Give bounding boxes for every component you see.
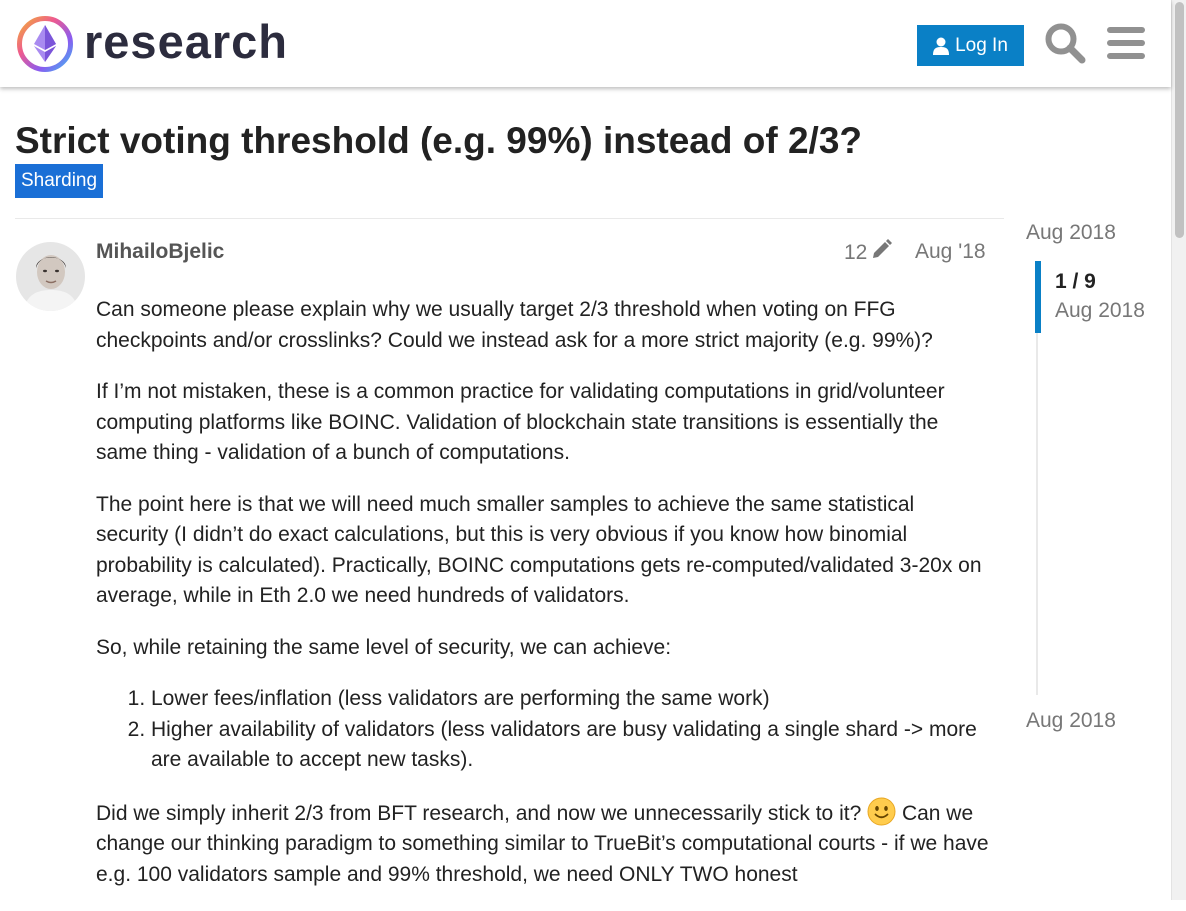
slightly-smiling-face-icon xyxy=(867,797,896,826)
topic-title[interactable]: Strict voting threshold (e.g. 99%) inste… xyxy=(15,119,862,163)
timeline-current-date: Aug 2018 xyxy=(1055,299,1145,322)
timeline-handle[interactable] xyxy=(1035,261,1041,333)
post-date[interactable]: Aug '18 xyxy=(915,238,986,266)
timeline-position: 1 / 9 xyxy=(1055,270,1096,293)
list-item: Lower fees/inflation (less validators ar… xyxy=(151,684,991,715)
post-paragraph: Did we simply inherit 2/3 from BFT resea… xyxy=(96,797,991,891)
post-body: Can someone please explain why we usuall… xyxy=(96,295,991,911)
site-name[interactable]: research xyxy=(84,14,288,70)
post-username[interactable]: MihailoBjelic xyxy=(96,238,224,266)
site-header: research Log In xyxy=(0,0,1171,87)
user-icon xyxy=(933,37,950,55)
timeline-end-date[interactable]: Aug 2018 xyxy=(1026,707,1116,735)
search-icon[interactable] xyxy=(1044,22,1086,64)
post-paragraph: So, while retaining the same level of se… xyxy=(96,635,672,659)
post-paragraph: The point here is that we will need much… xyxy=(96,492,982,608)
edit-count: 12 xyxy=(844,241,868,264)
edit-history[interactable]: 12 xyxy=(844,238,893,268)
login-button[interactable]: Log In xyxy=(917,25,1024,66)
category-badge[interactable]: Sharding xyxy=(15,164,104,198)
ethereum-research-logo-icon[interactable] xyxy=(16,15,74,73)
timeline-start-date[interactable]: Aug 2018 xyxy=(1026,219,1116,247)
post-text: Did we simply inherit 2/3 from BFT resea… xyxy=(96,801,862,825)
hamburger-menu-icon[interactable] xyxy=(1106,26,1146,60)
post-paragraph: If I’m not mistaken, these is a common p… xyxy=(96,380,945,464)
divider xyxy=(15,218,1004,219)
post-paragraph: Can someone please explain why we usuall… xyxy=(96,298,933,352)
pencil-icon xyxy=(871,238,893,268)
scrollbar-thumb[interactable] xyxy=(1175,2,1184,238)
avatar[interactable] xyxy=(16,242,85,311)
page-scrollbar[interactable] xyxy=(1171,0,1186,900)
list-item: Higher availability of validators (less … xyxy=(151,715,991,776)
post-list: Lower fees/inflation (less validators ar… xyxy=(96,684,991,776)
login-label: Log In xyxy=(955,34,1008,56)
